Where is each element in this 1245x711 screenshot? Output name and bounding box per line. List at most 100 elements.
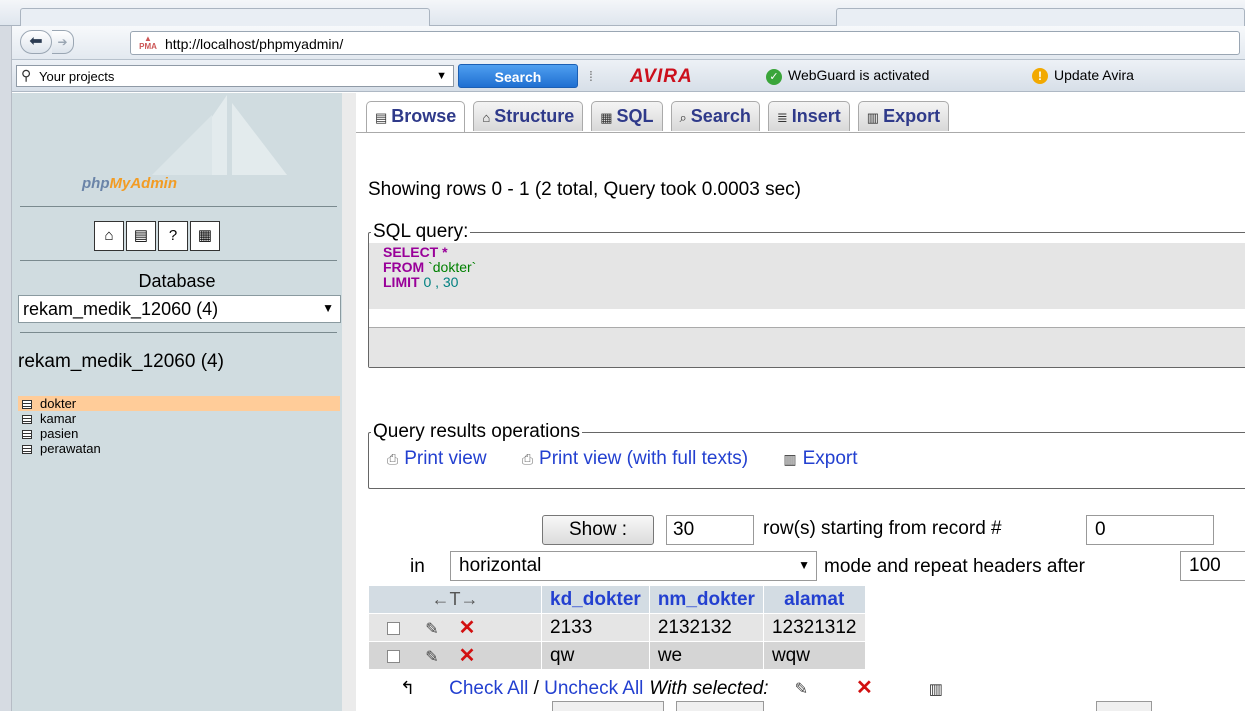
logo-php-text: php: [82, 175, 110, 192]
home-icon[interactable]: ⌂: [94, 221, 124, 251]
table-cell: wqw: [763, 642, 865, 669]
table-item-kamar[interactable]: kamar: [18, 411, 340, 426]
tab-divider: [356, 132, 1245, 133]
database-heading[interactable]: rekam_medik_12060 (4): [18, 351, 224, 373]
rows-count-input[interactable]: 30: [666, 515, 754, 545]
favicon-text: PMA: [139, 42, 157, 51]
row-checkbox[interactable]: [387, 650, 400, 663]
tab-label: Structure: [494, 106, 575, 126]
phpmyadmin-logo[interactable]: phpMyAdmin: [82, 175, 177, 192]
delete-icon[interactable]: ✕: [856, 677, 873, 699]
print-view-link[interactable]: ⎙ Print view: [387, 448, 487, 469]
divider: [20, 206, 337, 207]
table-cell: we: [649, 642, 763, 669]
toolbar-grip-icon[interactable]: ⁞: [589, 68, 593, 84]
structure-icon: ⌂: [482, 110, 491, 125]
export-icon: ▥: [866, 110, 880, 125]
database-label: Database: [138, 271, 216, 291]
start-record-input[interactable]: 0: [1086, 515, 1214, 545]
export-link[interactable]: ▥ Export: [783, 448, 857, 469]
show-button-partial[interactable]: [552, 701, 664, 711]
sql-query-icon[interactable]: ▤: [126, 221, 156, 251]
rows-text: row(s) starting from record #: [763, 518, 1002, 539]
address-bar[interactable]: ▲ PMA http://localhost/phpmyadmin/: [130, 31, 1240, 55]
table-item-label[interactable]: perawatan: [40, 441, 101, 456]
table-cell: 12321312: [763, 614, 865, 641]
delete-icon[interactable]: ✕: [452, 615, 482, 640]
tab-export[interactable]: ▥ Export: [857, 101, 950, 131]
print-full-label: Print view (with full texts): [539, 448, 749, 469]
display-mode-select[interactable]: horizontal ▼: [450, 551, 817, 581]
column-header-nm-dokter[interactable]: nm_dokter: [649, 586, 763, 613]
divider: [20, 260, 337, 261]
navigation-bar: ⬅ ➔ ▲ PMA http://localhost/phpmyadmin/: [12, 26, 1245, 60]
tab-browse[interactable]: ▤ Browse: [366, 101, 466, 133]
row-checkbox[interactable]: [387, 622, 400, 635]
uncheck-all-link[interactable]: Uncheck All: [544, 678, 643, 699]
search-input[interactable]: ⚲ Your projects ▼: [16, 65, 454, 87]
forward-button[interactable]: ➔: [52, 30, 74, 54]
sql-docs-icon[interactable]: ▦: [190, 221, 220, 251]
pencil-icon[interactable]: ✎: [412, 647, 452, 667]
tab-insert[interactable]: ≣ Insert: [767, 101, 850, 131]
search-button[interactable]: Search: [458, 64, 578, 88]
column-header-kd-dokter[interactable]: kd_dokter: [542, 586, 649, 613]
export-icon[interactable]: ▥: [929, 681, 943, 698]
rows-count-input-partial[interactable]: [676, 701, 764, 711]
database-select-value: rekam_medik_12060 (4): [23, 299, 219, 319]
database-select[interactable]: rekam_medik_12060 (4) ▼: [18, 295, 341, 323]
rows-info-message: Showing rows 0 - 1 (2 total, Query took …: [368, 179, 801, 200]
start-record-input-partial[interactable]: [1096, 701, 1152, 711]
table-icon[interactable]: [22, 445, 32, 454]
quick-links: ⌂ ▤? ▦: [94, 221, 222, 251]
navigation-panel: phpMyAdmin ⌂ ▤? ▦ Database rekam_medik_120…: [12, 93, 342, 711]
print-icon: ⎙: [521, 451, 534, 467]
pencil-icon[interactable]: ✎: [412, 619, 452, 639]
table-icon[interactable]: [22, 400, 32, 409]
avira-logo[interactable]: AVIRA: [630, 66, 693, 88]
table-item-label[interactable]: kamar: [40, 411, 76, 426]
sailboat-logo-icon: [152, 95, 287, 175]
table-header-row: ←T→ kd_dokter nm_dokter alamat: [369, 586, 865, 613]
content-frame: ▤ Browse ⌂ Structure ▦ SQL ⌕ Search ≣ Insert ▥ Expo…: [342, 93, 1245, 711]
table-item-pasien[interactable]: pasien: [18, 426, 340, 441]
column-header-alamat[interactable]: alamat: [763, 586, 865, 613]
webguard-text: WebGuard is activated: [788, 67, 930, 83]
table-item-label[interactable]: pasien: [40, 426, 78, 441]
separator: /: [533, 678, 539, 699]
browser-tab[interactable]: [20, 8, 430, 26]
repeat-headers-input[interactable]: 100: [1180, 551, 1245, 581]
table-icon[interactable]: [22, 430, 32, 439]
lower-navigation-partial: [552, 701, 1152, 711]
sql-keyword: LIMIT: [383, 274, 420, 290]
dropdown-arrow-icon[interactable]: ▼: [436, 70, 447, 82]
tab-bar: ▤ Browse ⌂ Structure ▦ SQL ⌕ Search ≣ Insert ▥ Expo…: [366, 101, 957, 133]
column-arrows-header[interactable]: ←T→: [369, 586, 541, 613]
browser-tab[interactable]: [836, 8, 1245, 26]
tab-search[interactable]: ⌕ Search: [670, 101, 760, 131]
back-arrow-icon: ⬅: [29, 33, 43, 50]
search-scope-value: Your projects: [39, 69, 115, 84]
check-all-link[interactable]: Check All: [449, 678, 528, 699]
pencil-icon[interactable]: ✎: [795, 681, 808, 698]
tab-sql[interactable]: ▦ SQL: [591, 101, 663, 131]
sql-code: SELECT * FROM `dokter` LIMIT 0 , 30: [369, 243, 1245, 309]
webguard-status[interactable]: ✓ WebGuard is activated: [766, 67, 929, 85]
back-button[interactable]: ⬅: [20, 30, 52, 54]
show-button[interactable]: Show :: [542, 515, 654, 545]
query-results-operations: Query results operations ⎙ Print view ⎙ Pr…: [368, 421, 1245, 489]
table-item-perawatan[interactable]: perawatan: [18, 441, 340, 456]
table-item-dokter[interactable]: dokter: [18, 396, 340, 411]
print-view-full-link[interactable]: ⎙ Print view (with full texts): [522, 448, 748, 469]
update-avira-button[interactable]: ! Update Avira: [1032, 67, 1134, 84]
delete-icon[interactable]: ✕: [452, 643, 482, 668]
docs-icon[interactable]: ?: [158, 221, 188, 251]
window-edge: [0, 26, 12, 711]
table-item-label[interactable]: dokter: [40, 396, 76, 411]
with-selected-label: With selected:: [649, 678, 769, 699]
forward-arrow-icon: ➔: [57, 35, 68, 49]
table-icon[interactable]: [22, 415, 32, 424]
tab-structure[interactable]: ⌂ Structure: [473, 101, 584, 131]
chevron-down-icon: ▼: [322, 301, 334, 315]
table-row: ✎ ✕ 2133 2132132 12321312: [369, 614, 865, 641]
